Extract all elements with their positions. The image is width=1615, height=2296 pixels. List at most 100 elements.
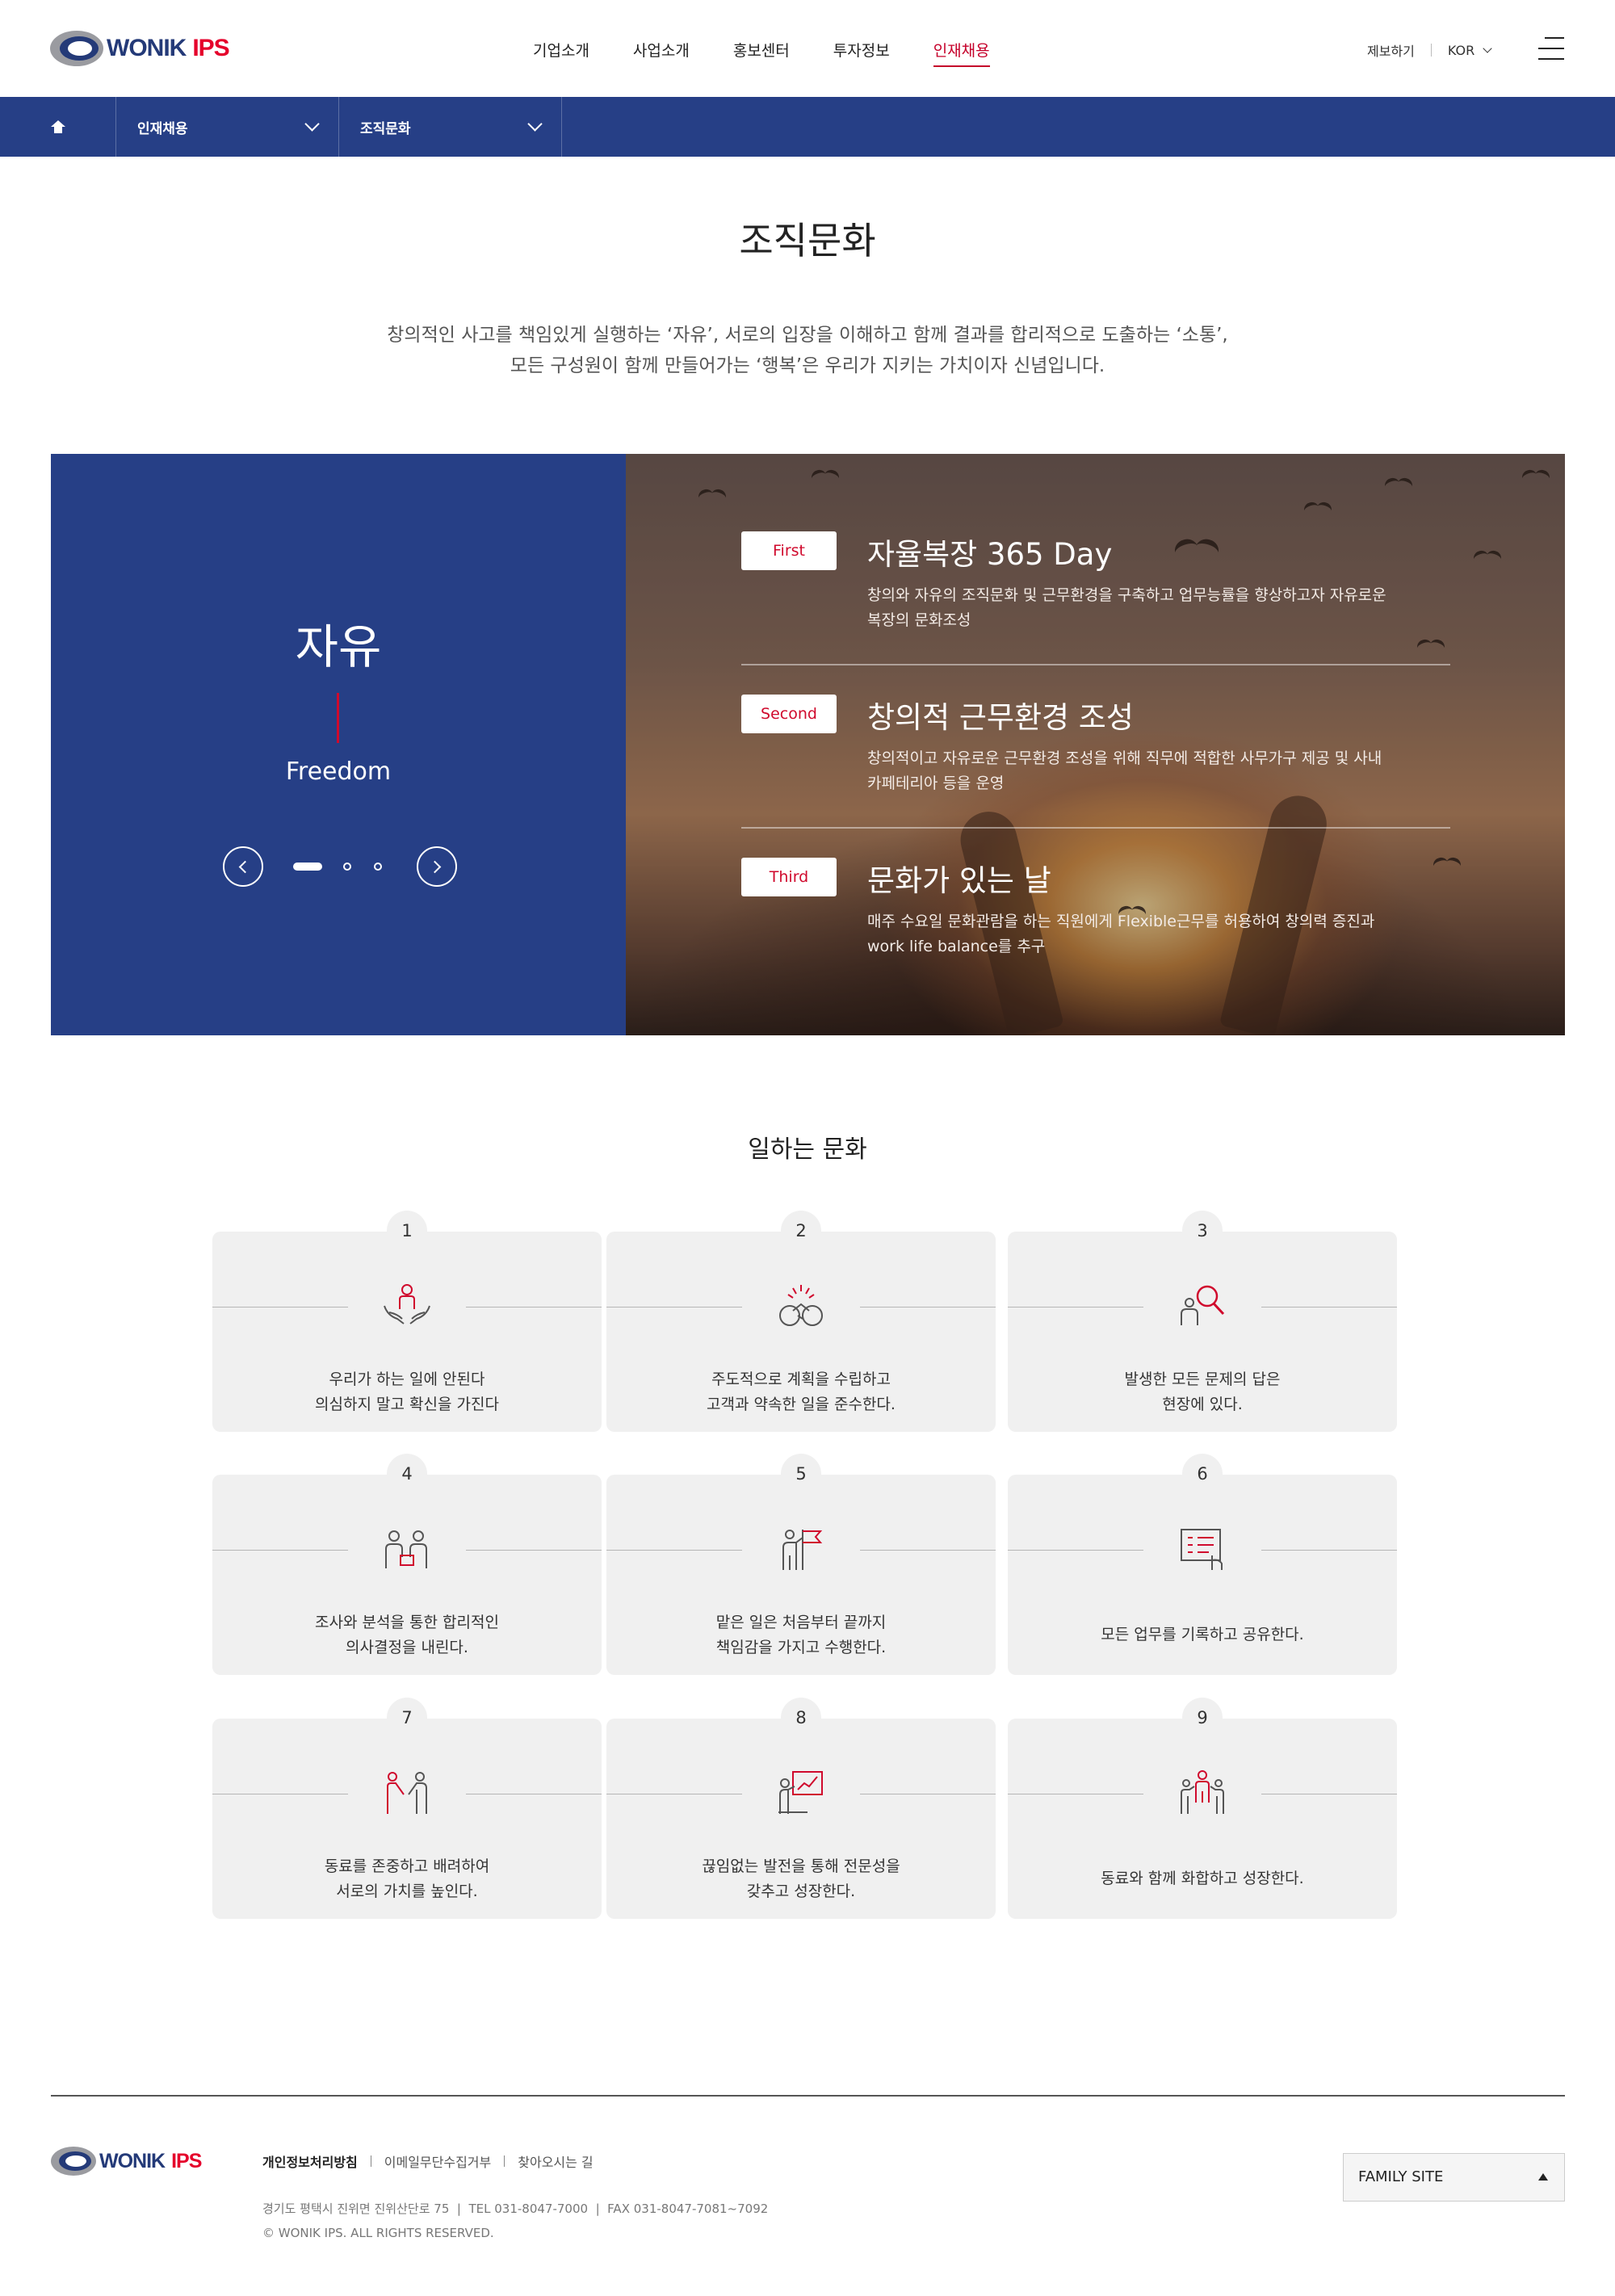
breadcrumb-label: 조직문화 bbox=[360, 120, 411, 137]
slide-dot-2[interactable] bbox=[343, 863, 351, 871]
logo-text-wonik: WONIK bbox=[99, 2149, 166, 2172]
hero-background-image: First 자율복장 365 Day 창의와 자유의 조직문화 및 근무환경을 … bbox=[626, 454, 1565, 1035]
footer-address: 경기도 평택시 진위면 진위산단로 75 | TEL 031-8047-7000… bbox=[262, 2197, 768, 2245]
card-number: 6 bbox=[1182, 1454, 1223, 1494]
card-text: 동료와 함께 화합하고 성장한다. bbox=[1101, 1870, 1304, 1887]
chevron-down-icon[interactable] bbox=[1483, 43, 1492, 53]
utility-menu: 제보하기 KOR bbox=[1367, 40, 1492, 60]
item-desc: 매주 수요일 문화관람을 하는 직원에게 Flexible근무를 허용하여 창의… bbox=[867, 913, 1375, 955]
address-text: 경기도 평택시 진위면 진위산단로 75 | TEL 031-8047-7000… bbox=[262, 2202, 769, 2216]
culture-card-5: 5 맡은 일은 처음부터 끝까지 책임감을 가지고 수행한다. bbox=[606, 1454, 996, 1675]
card-text: 주도적으로 계획을 수립하고 고객과 약속한 일을 준수한다. bbox=[707, 1370, 896, 1413]
intro-line-1: 창의적인 사고를 책임있게 실행하는 ‘자유’, 서로의 입장을 이해하고 함께… bbox=[387, 325, 1228, 346]
logo-mark-icon bbox=[50, 31, 103, 66]
logo-text-ips: IPS bbox=[171, 2149, 202, 2172]
card-number: 7 bbox=[387, 1698, 427, 1738]
item-tag: Second bbox=[741, 695, 837, 733]
page-intro: 창의적인 사고를 책임있게 실행하는 ‘자유’, 서로의 입장을 이해하고 함께… bbox=[0, 320, 1615, 381]
footer-divider bbox=[51, 2095, 1565, 2097]
wonik-ips-logo[interactable]: WONIK IPS bbox=[50, 31, 230, 66]
prev-slide-button[interactable] bbox=[223, 846, 263, 887]
value-title: 자유 bbox=[295, 619, 382, 674]
card-number: 4 bbox=[387, 1454, 427, 1494]
logo-text-wonik: WONIK bbox=[107, 35, 187, 61]
handshake-icon bbox=[779, 1285, 823, 1326]
culture-card-2: 2 주도적으로 계획을 수립하고 고객과 약속한 일을 준수한다. bbox=[606, 1211, 996, 1432]
flag-person-icon bbox=[782, 1530, 823, 1570]
respect-icon bbox=[387, 1772, 427, 1814]
culture-card-3: 3 발생한 모든 문제의 답은 현장에 있다. bbox=[1008, 1211, 1397, 1432]
culture-card-1: 1 우리가 하는 일에 안된다 의심하지 말고 확신을 가진다 bbox=[212, 1211, 602, 1432]
item-title: 문화가 있는 날 bbox=[867, 863, 1051, 898]
home-icon bbox=[50, 120, 65, 133]
slider-controls bbox=[223, 846, 457, 887]
item-tag: First bbox=[741, 531, 837, 570]
card-number: 5 bbox=[781, 1454, 821, 1494]
care-hands-icon bbox=[384, 1284, 430, 1324]
card-number: 8 bbox=[781, 1698, 821, 1738]
report-link[interactable]: 제보하기 bbox=[1367, 40, 1415, 60]
checklist-icon bbox=[1181, 1529, 1223, 1570]
next-slide-button[interactable] bbox=[417, 846, 457, 887]
value-subtitle: Freedom bbox=[285, 758, 392, 786]
value-panel: 자유 Freedom bbox=[51, 454, 626, 1035]
card-number: 1 bbox=[387, 1211, 427, 1251]
breadcrumb-label: 인재채용 bbox=[137, 120, 188, 137]
chevron-down-icon bbox=[527, 115, 543, 132]
home-button[interactable] bbox=[0, 97, 116, 157]
menu-icon[interactable] bbox=[1538, 37, 1564, 60]
gnb-recruit[interactable]: 인재채용 bbox=[933, 39, 990, 67]
culture-card-8: 8 끊임없는 발전을 통해 전문성을 갖추고 성장한다. bbox=[606, 1698, 996, 1919]
card-text: 발생한 모든 문제의 답은 현장에 있다. bbox=[1124, 1370, 1281, 1413]
breadcrumb-depth1[interactable]: 인재채용 bbox=[116, 97, 339, 157]
chevron-left-icon bbox=[238, 860, 252, 874]
footer-links: 개인정보처리방침 이메일무단수집거부 찾아오시는 길 bbox=[262, 2151, 594, 2171]
item-title: 창의적 근무환경 조성 bbox=[867, 700, 1134, 735]
card-number: 9 bbox=[1182, 1698, 1223, 1738]
card-text: 우리가 하는 일에 안된다 의심하지 말고 확신을 가진다 bbox=[315, 1370, 499, 1413]
section-title: 일하는 문화 bbox=[748, 1135, 867, 1164]
discussion-icon bbox=[385, 1530, 427, 1568]
intro-line-2: 모든 구성원이 함께 만들어가는 ‘행복’은 우리가 지키는 가치이자 신념입니… bbox=[510, 355, 1105, 376]
red-divider bbox=[337, 693, 339, 743]
growth-chart-icon bbox=[778, 1771, 823, 1814]
caret-up-icon bbox=[1538, 2173, 1548, 2181]
item-title: 자율복장 365 Day bbox=[867, 537, 1113, 572]
item-divider bbox=[741, 827, 1450, 829]
item-desc: 창의와 자유의 조직문화 및 근무환경을 구축하고 업무능률을 향상하고자 자유… bbox=[867, 586, 1386, 629]
card-text: 끊임없는 발전을 통해 전문성을 갖추고 성장한다. bbox=[702, 1857, 900, 1900]
gnb-business[interactable]: 사업소개 bbox=[633, 39, 690, 67]
slide-dot-1[interactable] bbox=[293, 863, 322, 871]
card-text: 모든 업무를 기록하고 공유한다. bbox=[1101, 1626, 1304, 1643]
copyright-text: © WONIK IPS. ALL RIGHTS RESERVED. bbox=[262, 2226, 494, 2240]
chevron-right-icon bbox=[428, 860, 442, 874]
family-site-label: FAMILY SITE bbox=[1358, 2168, 1444, 2185]
site-header: WONIK IPS 기업소개 사업소개 홍보센터 투자정보 인재채용 제보하기 K… bbox=[0, 0, 1615, 97]
team-icon bbox=[1181, 1770, 1224, 1814]
global-nav: 기업소개 사업소개 홍보센터 투자정보 인재채용 bbox=[533, 39, 990, 67]
item-divider bbox=[741, 664, 1450, 665]
item-desc: 창의적이고 자유로운 근무환경 조성을 위해 직무에 적합한 사무가구 제공 및… bbox=[867, 749, 1382, 792]
email-refusal-link[interactable]: 이메일무단수집거부 bbox=[384, 2151, 491, 2171]
family-site-select[interactable]: FAMILY SITE bbox=[1343, 2153, 1565, 2202]
item-tag: Third bbox=[741, 858, 837, 896]
culture-card-4: 4 조사와 분석을 통한 합리적인 의사결정을 내린다. bbox=[212, 1454, 602, 1675]
gnb-company[interactable]: 기업소개 bbox=[533, 39, 589, 67]
privacy-policy-link[interactable]: 개인정보처리방침 bbox=[262, 2151, 358, 2171]
slide-dot-3[interactable] bbox=[374, 863, 382, 871]
card-text: 맡은 일은 처음부터 끝까지 책임감을 가지고 수행한다. bbox=[715, 1614, 887, 1656]
card-text: 조사와 분석을 통한 합리적인 의사결정을 내린다. bbox=[315, 1614, 499, 1656]
directions-link[interactable]: 찾아오시는 길 bbox=[518, 2151, 593, 2171]
gnb-investor[interactable]: 투자정보 bbox=[833, 39, 890, 67]
values-slider: 자유 Freedom First 자율복장 365 Day 창의와 자유의 조직… bbox=[51, 454, 1565, 1035]
gnb-pr-center[interactable]: 홍보센터 bbox=[733, 39, 790, 67]
footer-logo[interactable]: WONIK IPS bbox=[51, 2147, 202, 2176]
breadcrumb-depth2[interactable]: 조직문화 bbox=[339, 97, 562, 157]
card-number: 2 bbox=[781, 1211, 821, 1251]
page-title: 조직문화 bbox=[739, 219, 876, 262]
culture-card-9: 9 동료와 함께 화합하고 성장한다. bbox=[1008, 1698, 1397, 1919]
logo-text-ips: IPS bbox=[192, 35, 229, 61]
magnifier-person-icon bbox=[1181, 1285, 1225, 1325]
language-select[interactable]: KOR bbox=[1448, 43, 1474, 58]
card-number: 3 bbox=[1182, 1211, 1223, 1251]
